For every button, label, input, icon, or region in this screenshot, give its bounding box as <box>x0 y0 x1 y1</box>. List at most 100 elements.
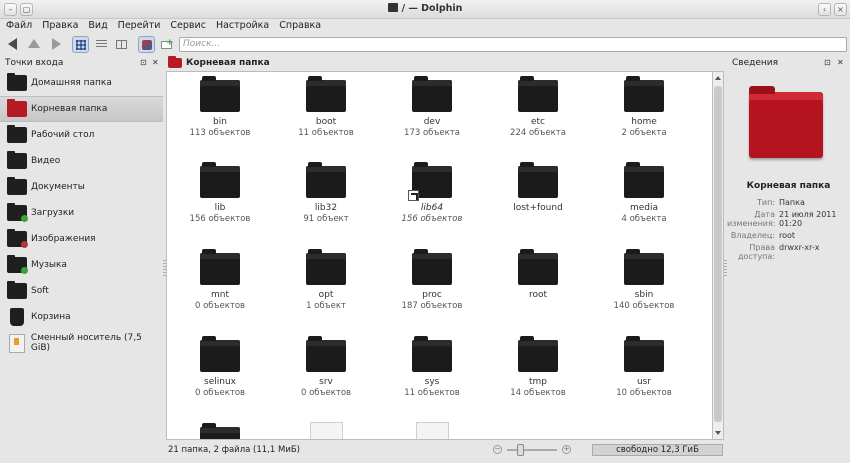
file-item-partial[interactable] <box>273 422 379 439</box>
file-item[interactable]: selinux 0 объектов <box>167 336 273 398</box>
file-name: home <box>631 117 657 127</box>
window-title: / — Dolphin <box>0 3 850 14</box>
file-name: lost+found <box>513 203 563 213</box>
preview-button[interactable] <box>138 36 155 53</box>
file-item[interactable]: media 4 объекта <box>591 162 697 224</box>
file-item[interactable]: opt 1 объект <box>273 249 379 311</box>
place-removable[interactable]: Сменный носитель (7,5 GiB) <box>0 330 163 356</box>
zoom-handle[interactable] <box>517 444 524 456</box>
place-music[interactable]: Музыка <box>0 252 163 278</box>
scroll-down-icon[interactable] <box>715 431 721 435</box>
place-soft[interactable]: Soft <box>0 278 163 304</box>
close-panel-icon[interactable]: ✕ <box>837 59 844 67</box>
info-label: Дата изменения: <box>727 210 776 228</box>
file-name: opt <box>318 290 334 300</box>
file-item-partial[interactable] <box>379 422 485 439</box>
file-name: sbin <box>634 290 654 300</box>
place-pictures[interactable]: Изображения <box>0 226 163 252</box>
scroll-up-icon[interactable] <box>715 76 721 80</box>
file-count: 0 объектов <box>194 388 246 398</box>
place-video[interactable]: Видео <box>0 148 163 174</box>
file-item[interactable]: home 2 объекта <box>591 76 697 138</box>
symlink-icon <box>408 190 419 201</box>
folder-icon <box>200 249 240 285</box>
breadcrumb[interactable]: Корневая папка <box>166 56 724 71</box>
menu-file[interactable]: Файл <box>6 19 32 34</box>
folder-icon <box>624 76 664 112</box>
dock-panel-icon[interactable]: ⊡ <box>824 59 831 67</box>
zoom-slider[interactable]: − + <box>493 444 573 456</box>
close-panel-icon[interactable]: ✕ <box>152 59 159 67</box>
file-item[interactable]: usr 10 объектов <box>591 336 697 398</box>
place-label: Корзина <box>31 312 71 322</box>
info-value: Папка <box>779 198 805 207</box>
file-item[interactable]: root <box>485 249 591 301</box>
close-window-button[interactable]: × <box>834 3 847 16</box>
details-view-button[interactable] <box>93 36 110 53</box>
columns-view-button[interactable] <box>113 36 130 53</box>
file-item[interactable]: tmp 14 объектов <box>485 336 591 398</box>
zoom-track[interactable] <box>507 449 557 451</box>
root-folder-icon <box>168 56 182 68</box>
file-count: 0 объектов <box>194 301 246 311</box>
file-count: 1 объект <box>306 301 346 311</box>
file-item-symlink[interactable]: lib64 156 объектов <box>379 162 485 224</box>
file-name: proc <box>422 290 442 300</box>
forward-button[interactable] <box>49 37 63 51</box>
pictures-badge-icon <box>21 241 28 248</box>
place-home[interactable]: Домашняя папка <box>0 70 163 96</box>
zoom-out-icon[interactable]: − <box>493 445 502 454</box>
menu-edit[interactable]: Правка <box>42 19 78 34</box>
file-name: srv <box>319 377 333 387</box>
folder-icon <box>200 162 240 198</box>
place-downloads[interactable]: Загрузки <box>0 200 163 226</box>
place-desktop[interactable]: Рабочий стол <box>0 122 163 148</box>
file-view[interactable]: bin 113 объектов boot 11 объектов dev 173 о… <box>166 71 713 440</box>
file-item[interactable]: dev 173 объекта <box>379 76 485 138</box>
file-item[interactable]: srv 0 объектов <box>273 336 379 398</box>
scrollbar-thumb[interactable] <box>714 86 722 422</box>
file-item[interactable]: boot 11 объектов <box>273 76 379 138</box>
zoom-in-icon[interactable]: + <box>562 445 571 454</box>
vertical-scrollbar[interactable] <box>713 71 724 440</box>
file-name: usr <box>636 377 652 387</box>
folder-icon <box>518 249 558 285</box>
menu-settings[interactable]: Настройка <box>216 19 269 34</box>
folder-icon <box>518 336 558 372</box>
file-item[interactable]: etc 224 объекта <box>485 76 591 138</box>
window-menu-button[interactable]: ‹ <box>818 3 831 16</box>
documents-folder-icon <box>7 177 27 195</box>
search-input[interactable]: Поиск... <box>179 37 847 52</box>
breadcrumb-label: Корневая папка <box>186 58 270 68</box>
file-item[interactable]: mnt 0 объектов <box>167 249 273 311</box>
information-panel: Сведения ⊡ ✕ Корневая папка Тип: Папка Да… <box>727 56 850 463</box>
info-value: drwxr-xr-x <box>779 243 820 252</box>
place-label: Домашняя папка <box>31 78 112 88</box>
up-button[interactable] <box>28 37 42 51</box>
back-arrow-icon <box>8 38 17 50</box>
place-label: Документы <box>31 182 85 192</box>
place-label: Soft <box>31 286 49 296</box>
place-trash[interactable]: Корзина <box>0 304 163 330</box>
file-item[interactable]: proc 187 объектов <box>379 249 485 311</box>
file-item[interactable]: bin 113 объектов <box>167 76 273 138</box>
place-label: Сменный носитель (7,5 GiB) <box>30 333 142 353</box>
file-name: etc <box>530 117 545 127</box>
icons-view-button[interactable] <box>72 36 89 53</box>
split-view-button[interactable]: + <box>158 36 175 53</box>
file-item[interactable]: sys 11 объектов <box>379 336 485 398</box>
place-root[interactable]: Корневая папка <box>0 96 163 122</box>
back-button[interactable] <box>8 37 22 51</box>
menu-go[interactable]: Перейти <box>118 19 161 34</box>
menu-tools[interactable]: Сервис <box>170 19 206 34</box>
file-item[interactable]: lost+found <box>485 162 591 214</box>
file-item[interactable]: lib32 91 объект <box>273 162 379 224</box>
file-item[interactable]: sbin 140 объектов <box>591 249 697 311</box>
file-item-partial[interactable] <box>167 423 273 439</box>
menu-help[interactable]: Справка <box>279 19 321 34</box>
file-name: selinux <box>204 377 236 387</box>
dock-panel-icon[interactable]: ⊡ <box>140 59 147 67</box>
file-item[interactable]: lib 156 объектов <box>167 162 273 224</box>
menu-view[interactable]: Вид <box>88 19 107 34</box>
place-documents[interactable]: Документы <box>0 174 163 200</box>
